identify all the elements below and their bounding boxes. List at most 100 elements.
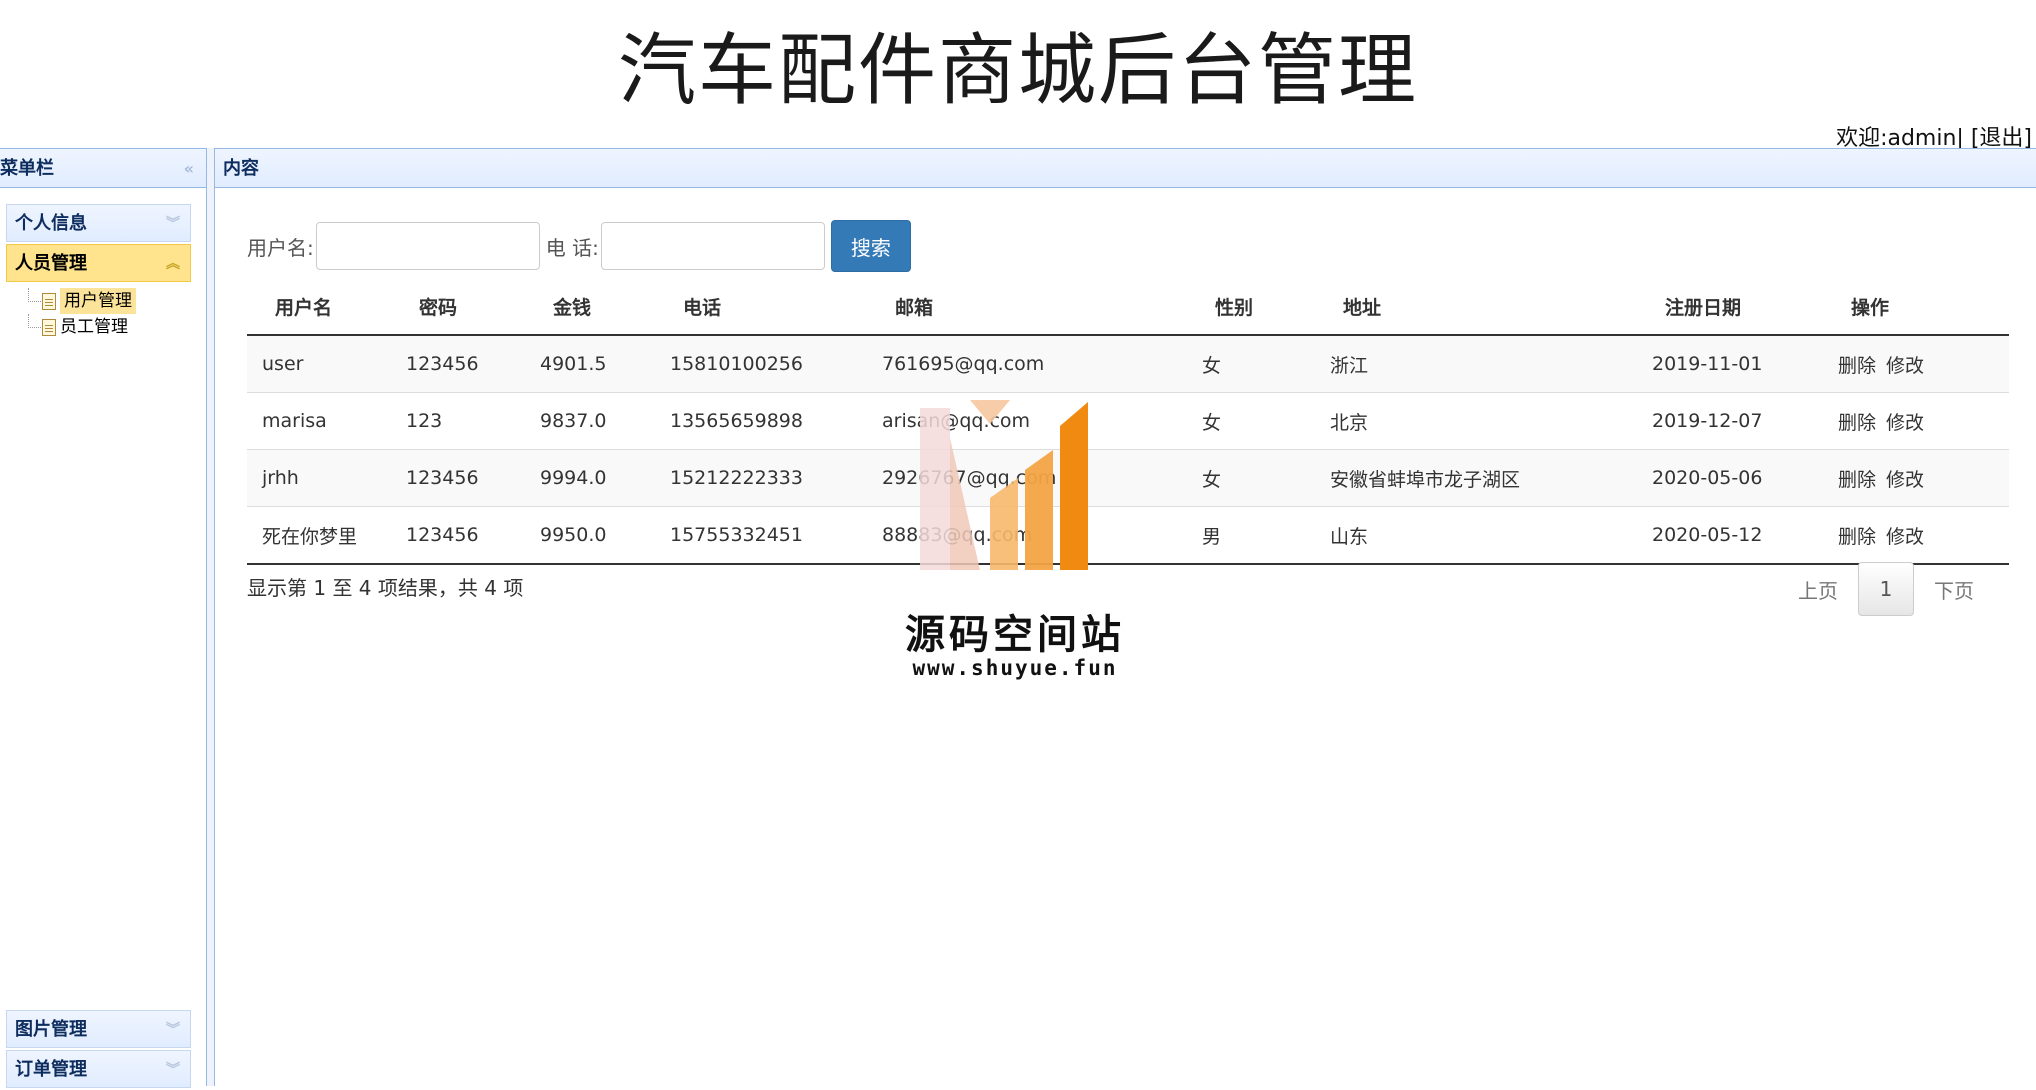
cell-address: 安徽省蚌埠市龙子湖区 [1329, 449, 1651, 507]
search-button[interactable]: 搜索 [830, 220, 911, 272]
sidebar-title: 菜单栏 [0, 158, 54, 179]
table-row: 死在你梦里 123456 9950.0 15755332451 88883@qq… [247, 506, 2009, 565]
chevron-up-icon: ︽ [166, 256, 180, 272]
cell-address: 浙江 [1329, 334, 1651, 393]
delete-link[interactable]: 删除 [1838, 469, 1876, 491]
table-header-row: 用户名 密码 金钱 电话 邮箱 性别 地址 注册日期 操作 [247, 278, 2009, 336]
cell-actions: 删除 修改 [1837, 392, 2009, 450]
sidebar-item-label: 人员管理 [15, 253, 87, 274]
cell-actions: 删除 修改 [1837, 334, 2009, 393]
column-header[interactable]: 注册日期 [1651, 278, 1837, 336]
cell-register-date: 2020-05-06 [1651, 449, 1837, 507]
column-header[interactable]: 用户名 [247, 278, 405, 336]
sidebar-accordion-bottom: 图片管理 ︾ 订单管理 ︾ [6, 1010, 191, 1090]
tree-item-label: 员工管理 [60, 317, 128, 337]
column-header[interactable]: 电话 [669, 278, 881, 336]
cell-username: jrhh [247, 449, 405, 507]
user-table: 用户名 密码 金钱 电话 邮箱 性别 地址 注册日期 操作 user 12345… [247, 278, 2009, 565]
file-icon [42, 293, 56, 310]
cell-register-date: 2020-05-12 [1651, 506, 1837, 565]
app-title: 汽车配件商城后台管理 [617, 26, 1418, 116]
edit-link[interactable]: 修改 [1886, 412, 1924, 434]
cell-register-date: 2019-11-01 [1651, 334, 1837, 393]
delete-link[interactable]: 删除 [1838, 412, 1876, 434]
result-summary: 显示第 1 至 4 项结果，共 4 项 [247, 576, 524, 600]
sidebar-header: 菜单栏 « [0, 148, 206, 188]
chevron-down-icon: ︾ [166, 1022, 180, 1038]
content-panel: 内容 用户名: 电 话: 搜索 用户名 密码 金钱 电话 邮箱 性别 地址 注册… [215, 148, 2036, 1086]
column-header[interactable]: 密码 [405, 278, 539, 336]
sidebar-item-label: 图片管理 [15, 1019, 87, 1040]
cell-phone: 13565659898 [669, 392, 881, 450]
sidebar-accordion: 个人信息 ︾ 人员管理 ︽ 用户管理 员工管理 [6, 204, 191, 340]
cell-actions: 删除 修改 [1837, 506, 2009, 565]
tree-item-employee-management[interactable]: 员工管理 [6, 314, 191, 340]
cell-money: 9837.0 [539, 392, 669, 450]
column-header[interactable]: 金钱 [539, 278, 669, 336]
cell-username: marisa [247, 392, 405, 450]
column-header[interactable]: 邮箱 [881, 278, 1201, 336]
collapse-left-icon[interactable]: « [184, 149, 194, 189]
sidebar-item-staff-management[interactable]: 人员管理 ︽ [6, 244, 191, 282]
content-title: 内容 [223, 158, 259, 179]
sidebar-item-order-management[interactable]: 订单管理 ︾ [6, 1050, 191, 1088]
edit-link[interactable]: 修改 [1886, 355, 1924, 377]
cell-actions: 删除 修改 [1837, 449, 2009, 507]
username-label: 用户名: [247, 235, 314, 260]
cell-email: 88883@qq.com [881, 506, 1201, 565]
pagination: 上页 1 下页 [1778, 562, 1994, 616]
cell-gender: 女 [1201, 334, 1329, 393]
tree-line [28, 288, 43, 302]
sidebar: 菜单栏 « 个人信息 ︾ 人员管理 ︽ 用户管理 员工管理 图片管理 ︾ 订单管… [0, 148, 207, 1088]
current-page-button[interactable]: 1 [1858, 562, 1914, 616]
page-header: 汽车配件商城后台管理 欢迎:admin| [退出] [0, 0, 2036, 151]
edit-link[interactable]: 修改 [1886, 469, 1924, 491]
delete-link[interactable]: 删除 [1838, 355, 1876, 377]
cell-register-date: 2019-12-07 [1651, 392, 1837, 450]
phone-label: 电 话: [545, 235, 599, 260]
cell-email: 761695@qq.com [881, 334, 1201, 393]
prev-page-button[interactable]: 上页 [1778, 575, 1858, 604]
cell-phone: 15810100256 [669, 334, 881, 393]
cell-address: 北京 [1329, 392, 1651, 450]
chevron-down-icon: ︾ [166, 216, 180, 232]
cell-password: 123456 [405, 449, 539, 507]
cell-password: 123456 [405, 506, 539, 565]
tree-item-label: 用户管理 [60, 288, 136, 314]
splitter[interactable] [207, 148, 215, 1086]
edit-link[interactable]: 修改 [1886, 526, 1924, 548]
file-icon [42, 319, 56, 336]
menu-tree: 用户管理 员工管理 [6, 288, 191, 340]
cell-gender: 男 [1201, 506, 1329, 565]
table-row: marisa 123 9837.0 13565659898 arisan@qq.… [247, 392, 2009, 450]
sidebar-item-label: 订单管理 [15, 1059, 87, 1080]
cell-password: 123 [405, 392, 539, 450]
cell-gender: 女 [1201, 449, 1329, 507]
content-header: 内容 [215, 148, 2036, 188]
sidebar-item-label: 个人信息 [15, 213, 87, 234]
sidebar-item-image-management[interactable]: 图片管理 ︾ [6, 1010, 191, 1048]
sidebar-item-personal-info[interactable]: 个人信息 ︾ [6, 204, 191, 242]
next-page-button[interactable]: 下页 [1914, 575, 1994, 604]
cell-username: 死在你梦里 [247, 506, 405, 565]
delete-link[interactable]: 删除 [1838, 526, 1876, 548]
table-row: jrhh 123456 9994.0 15212222333 2926767@q… [247, 449, 2009, 507]
cell-phone: 15755332451 [669, 506, 881, 565]
search-bar: 用户名: 电 话: 搜索 [247, 220, 911, 272]
column-header[interactable]: 性别 [1201, 278, 1329, 336]
cell-phone: 15212222333 [669, 449, 881, 507]
column-header: 操作 [1837, 278, 2009, 336]
cell-email: arisan@qq.com [881, 392, 1201, 450]
cell-money: 4901.5 [539, 334, 669, 393]
username-search-input[interactable] [315, 222, 540, 270]
column-header[interactable]: 地址 [1329, 278, 1651, 336]
cell-password: 123456 [405, 334, 539, 393]
phone-search-input[interactable] [600, 222, 825, 270]
cell-gender: 女 [1201, 392, 1329, 450]
cell-username: user [247, 334, 405, 393]
cell-money: 9994.0 [539, 449, 669, 507]
tree-line [28, 314, 43, 328]
cell-email: 2926767@qq.com [881, 449, 1201, 507]
tree-item-user-management[interactable]: 用户管理 [6, 288, 191, 314]
cell-money: 9950.0 [539, 506, 669, 565]
